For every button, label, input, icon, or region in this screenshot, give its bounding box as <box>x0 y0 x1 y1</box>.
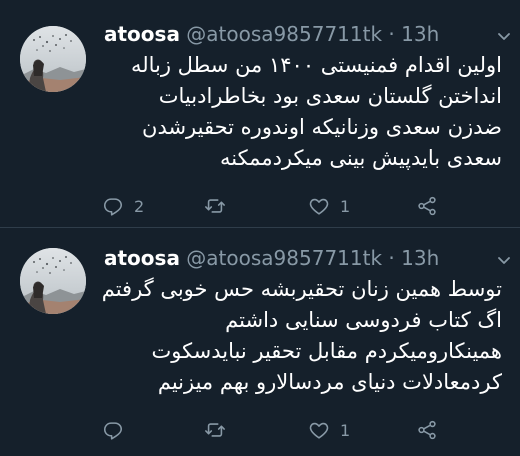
tweet[interactable]: atoosa @atoosa9857711tk · 13h اولین اقدا… <box>0 0 520 228</box>
tweet-header: atoosa @atoosa9857711tk · 13h <box>104 22 439 46</box>
share-button[interactable] <box>416 416 438 444</box>
timestamp[interactable]: 13h <box>401 246 439 270</box>
timestamp[interactable]: 13h <box>401 22 439 46</box>
like-button[interactable]: 1 <box>308 192 350 220</box>
separator-dot: · <box>388 246 395 270</box>
tweet-text-line: همینکارومیکردم مقابل تحقیر نبایدسکوت <box>151 339 502 363</box>
tweet-actions: 1 <box>100 416 480 444</box>
tweet-text-line: اولین اقدام فمنیستی ۱۴۰۰ من سطل زباله <box>130 53 502 77</box>
share-icon <box>416 419 438 441</box>
like-count: 1 <box>340 420 351 440</box>
tweet-text-line: توسط همین زنان تحقیربشه حس خوبی گرفتم <box>101 277 502 301</box>
separator-dot: · <box>388 22 395 46</box>
chevron-down-icon[interactable] <box>496 252 512 268</box>
tweet-text: توسط همین زنان تحقیربشه حس خوبی گرفتم اگ… <box>100 274 502 398</box>
avatar[interactable] <box>20 248 86 314</box>
reply-button[interactable]: 2 <box>102 192 144 220</box>
tweet[interactable]: atoosa @atoosa9857711tk · 13h توسط همین … <box>0 228 520 456</box>
share-icon <box>416 195 438 217</box>
display-name[interactable]: atoosa <box>104 246 180 270</box>
display-name[interactable]: atoosa <box>104 22 180 46</box>
tweet-actions: 2 1 <box>100 192 480 220</box>
reply-button[interactable] <box>102 416 134 444</box>
tweet-text-line: سعدی بایدپیش بینی میکردممکنه <box>219 146 502 170</box>
share-button[interactable] <box>416 192 438 220</box>
reply-icon <box>102 195 124 217</box>
like-icon <box>308 195 330 217</box>
tweet-text-line: کردمعادلات دنیای مردسالارو بهم میزنیم <box>157 370 502 394</box>
tweet-text: اولین اقدام فمنیستی ۱۴۰۰ من سطل زباله ان… <box>100 50 502 174</box>
retweet-button[interactable] <box>204 416 236 444</box>
like-count: 1 <box>340 196 351 216</box>
chevron-down-icon[interactable] <box>496 28 512 44</box>
like-button[interactable]: 1 <box>308 416 350 444</box>
avatar[interactable] <box>20 26 86 92</box>
reply-icon <box>102 419 124 441</box>
reply-count: 2 <box>134 196 145 216</box>
retweet-icon <box>204 195 226 217</box>
retweet-icon <box>204 419 226 441</box>
user-handle[interactable]: @atoosa9857711tk <box>186 246 382 270</box>
user-handle[interactable]: @atoosa9857711tk <box>186 22 382 46</box>
tweet-text-line: ضدزن سعدی وزنانیکه اوندوره تحقیرشدن <box>142 115 502 139</box>
tweet-text-line: انداختن گلستان سعدی بود بخاطرادبیات <box>158 84 502 108</box>
retweet-button[interactable] <box>204 192 236 220</box>
tweet-text-line: اگ کتاب فردوسی سنایی داشتم <box>225 308 502 332</box>
like-icon <box>308 419 330 441</box>
tweet-header: atoosa @atoosa9857711tk · 13h <box>104 246 439 270</box>
